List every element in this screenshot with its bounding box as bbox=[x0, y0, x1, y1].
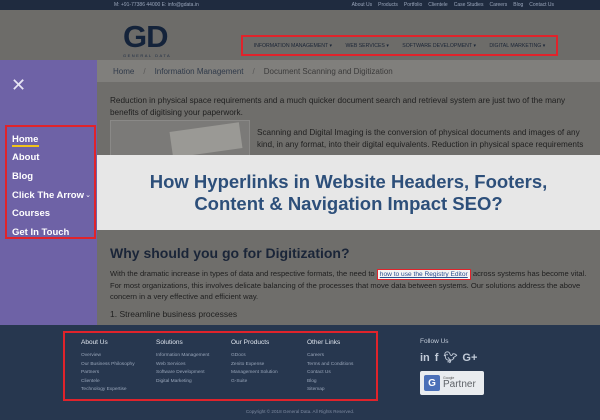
side-menu-courses[interactable]: Courses bbox=[12, 204, 94, 223]
facebook-icon[interactable]: f bbox=[435, 352, 439, 364]
close-icon[interactable]: ✕ bbox=[11, 76, 26, 94]
footer-column-title: Other Links bbox=[307, 339, 341, 346]
logo-mark: GD bbox=[123, 19, 169, 54]
footer-link[interactable]: Web Services bbox=[156, 361, 234, 370]
partner-text: Partner bbox=[443, 379, 476, 390]
footer-link[interactable]: Clientele bbox=[81, 378, 159, 387]
footer-column-products: Our Products GDocs Zenito Expense Manage… bbox=[231, 339, 309, 386]
top-link-careers[interactable]: Careers bbox=[489, 2, 507, 8]
top-link-clientele[interactable]: Clientele bbox=[428, 2, 447, 8]
footer-column-title: Our Products bbox=[231, 339, 270, 346]
copyright: Copyright © 2018 General Data. All Right… bbox=[245, 409, 355, 414]
footer-link[interactable]: Terms and Conditions bbox=[307, 361, 385, 370]
breadcrumb-information-management[interactable]: Information Management bbox=[155, 67, 244, 76]
chevron-down-icon[interactable]: ⌄ bbox=[85, 191, 91, 199]
footer-column-about: About Us Overview Our Business Philosoph… bbox=[81, 339, 159, 395]
footer-link[interactable]: Technology Expertise bbox=[81, 386, 159, 395]
google-plus-icon[interactable]: G+ bbox=[462, 352, 477, 364]
side-menu-blog[interactable]: Blog bbox=[12, 167, 94, 186]
breadcrumb: Home / Information Management / Document… bbox=[97, 60, 600, 82]
top-bar: M: +91-77386 44000 E: info@gdata.in Abou… bbox=[0, 0, 600, 10]
footer-link[interactable]: Information Management bbox=[156, 352, 234, 361]
nav-information-management[interactable]: INFORMATION MANAGEMENT ▾ bbox=[254, 43, 333, 49]
breadcrumb-separator: / bbox=[143, 66, 146, 76]
banner-title: How Hyperlinks in Website Headers, Foote… bbox=[149, 170, 548, 214]
site-header: GD GENERAL DATA INFORMATION MANAGEMENT ▾… bbox=[0, 10, 600, 60]
footer-links: About Us Overview Our Business Philosoph… bbox=[63, 331, 378, 401]
top-link-portfolio[interactable]: Portfolio bbox=[404, 2, 422, 8]
top-link-blog[interactable]: Blog bbox=[513, 2, 523, 8]
scanning-paragraph: Scanning and Digital Imaging is the conv… bbox=[257, 128, 584, 149]
site-logo[interactable]: GD GENERAL DATA bbox=[123, 19, 175, 60]
side-menu-about[interactable]: About bbox=[12, 149, 94, 168]
follow-us-label: Follow Us bbox=[420, 338, 449, 345]
footer-link[interactable]: Zenito Expense bbox=[231, 361, 309, 370]
social-icons: in f 🐦︎ G+ bbox=[420, 351, 477, 365]
top-link-case-studies[interactable]: Case Studies bbox=[454, 2, 484, 8]
top-links: About Us Products Portfolio Clientele Ca… bbox=[352, 2, 554, 8]
side-menu: ✕ Home About Blog Click The Arrow ⌄ Cour… bbox=[0, 60, 97, 325]
breadcrumb-separator: / bbox=[252, 66, 255, 76]
footer-link[interactable]: Digital Marketing bbox=[156, 378, 234, 387]
footer-link[interactable]: Careers bbox=[307, 352, 385, 361]
footer-link[interactable]: Sitemap bbox=[307, 386, 385, 395]
section-paragraph: With the dramatic increase in types of d… bbox=[110, 269, 587, 301]
logo-subtitle: GENERAL DATA bbox=[123, 53, 172, 58]
side-menu-list: Home About Blog Click The Arrow ⌄ Course… bbox=[5, 125, 96, 239]
nav-web-services[interactable]: WEB SERVICES ▾ bbox=[345, 43, 388, 49]
nav-software-development[interactable]: SOFTWARE DEVELOPMENT ▾ bbox=[402, 43, 476, 49]
footer-link[interactable]: G-Suite bbox=[231, 378, 309, 387]
section-heading: Why should you go for Digitization? bbox=[110, 245, 350, 261]
side-menu-click-the-arrow[interactable]: Click The Arrow ⌄ bbox=[12, 186, 94, 205]
top-link-contact[interactable]: Contact Us bbox=[529, 2, 554, 8]
registry-editor-link[interactable]: how to use the Registry Editor bbox=[376, 269, 471, 280]
footer-link[interactable]: Contact Us bbox=[307, 369, 385, 378]
footer-column-other: Other Links Careers Terms and Conditions… bbox=[307, 339, 385, 395]
site-footer: About Us Overview Our Business Philosoph… bbox=[0, 325, 600, 420]
footer-column-title: Solutions bbox=[156, 339, 183, 346]
twitter-icon[interactable]: 🐦︎ bbox=[443, 351, 457, 364]
footer-link[interactable]: Our Business Philosophy bbox=[81, 361, 159, 370]
footer-link[interactable]: Software Development bbox=[156, 369, 234, 378]
document-scan-image bbox=[110, 120, 250, 160]
list-item: 1. Streamline business processes bbox=[110, 309, 238, 319]
footer-column-title: About Us bbox=[81, 339, 108, 346]
side-menu-home[interactable]: Home bbox=[12, 130, 94, 149]
nav-digital-marketing[interactable]: DIGITAL MARKETING ▾ bbox=[489, 43, 545, 49]
footer-link[interactable]: Overview bbox=[81, 352, 159, 361]
google-g-icon: G bbox=[424, 375, 440, 391]
breadcrumb-current: Document Scanning and Digitization bbox=[263, 66, 393, 76]
footer-link[interactable]: Management Solution bbox=[231, 369, 309, 378]
intro-paragraph: Reduction in physical space requirements… bbox=[110, 96, 566, 117]
top-link-about[interactable]: About Us bbox=[352, 2, 373, 8]
side-menu-get-in-touch[interactable]: Get In Touch bbox=[12, 223, 94, 242]
title-banner: How Hyperlinks in Website Headers, Foote… bbox=[97, 155, 600, 230]
footer-column-solutions: Solutions Information Management Web Ser… bbox=[156, 339, 234, 386]
contact-info: M: +91-77386 44000 E: info@gdata.in bbox=[114, 2, 199, 8]
footer-link[interactable]: GDocs bbox=[231, 352, 309, 361]
main-navigation: INFORMATION MANAGEMENT ▾ WEB SERVICES ▾ … bbox=[241, 35, 558, 56]
breadcrumb-home[interactable]: Home bbox=[113, 67, 134, 76]
footer-link[interactable]: Blog bbox=[307, 378, 385, 387]
top-link-products[interactable]: Products bbox=[378, 2, 398, 8]
linkedin-icon[interactable]: in bbox=[420, 352, 430, 364]
footer-link[interactable]: Partners bbox=[81, 369, 159, 378]
google-partner-badge[interactable]: G Google Partner bbox=[420, 371, 484, 395]
side-menu-click-the-arrow-label: Click The Arrow bbox=[12, 189, 84, 201]
